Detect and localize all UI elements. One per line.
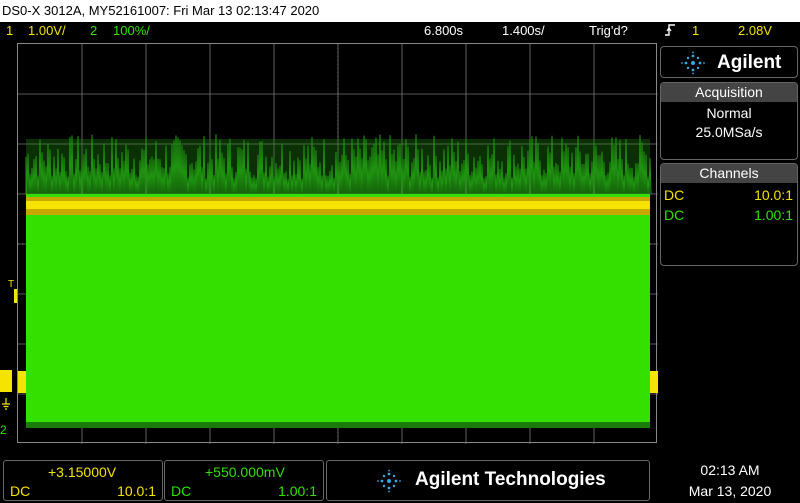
ch1-edge-segment	[18, 371, 26, 393]
time-scale[interactable]: 1.400s/	[502, 22, 545, 40]
ch2-probe: 1.00:1	[754, 207, 793, 223]
brand-box: Agilent Technologies	[326, 460, 650, 501]
ch2-bottom-coupling: DC	[171, 483, 192, 499]
ch1-scale[interactable]: 1.00V/	[28, 22, 66, 40]
ch2-offset: +550.000mV	[205, 464, 285, 480]
ch2-noise-haze	[26, 139, 650, 194]
agilent-logo-text: Agilent	[717, 52, 782, 73]
agilent-spark-icon	[377, 469, 401, 493]
ch2-coupling: DC	[664, 207, 685, 223]
sample-rate: 25.0MSa/s	[695, 124, 763, 140]
ground-icon	[0, 397, 12, 410]
trigger-source[interactable]: 1	[692, 22, 699, 40]
graticule	[18, 44, 658, 444]
status-bar: 1 1.00V/ 2 100%/ 6.800s 1.400s/ Trig'd? …	[0, 22, 800, 40]
traces	[18, 134, 658, 428]
ch2-ground-marker[interactable]: 2	[0, 423, 7, 437]
channels-header: Channels	[661, 164, 797, 183]
acquisition-mode: Normal	[706, 105, 752, 121]
ch2-offset-box[interactable]: +550.000mV DC 1.00:1	[164, 460, 324, 501]
acquisition-header: Acquisition	[661, 83, 797, 102]
waveform-display[interactable]	[17, 43, 658, 444]
agilent-logo-box: Agilent	[660, 46, 798, 78]
ch2-trace-body	[26, 194, 650, 426]
channels-panel[interactable]: Channels DC 10.0:1 DC 1.00:1	[660, 163, 798, 266]
ch2-bottom-probe: 1.00:1	[278, 483, 317, 499]
ch1-number[interactable]: 1	[6, 22, 13, 40]
trigger-state: Trig'd?	[589, 23, 628, 38]
trigger-level[interactable]: 2.08V	[738, 22, 772, 40]
ch2-number[interactable]: 2	[90, 22, 97, 40]
rising-edge-icon	[664, 22, 676, 43]
ch1-edge-segment	[650, 371, 658, 393]
ch1-bottom-probe: 10.0:1	[117, 483, 156, 499]
channel-1-row[interactable]: DC 10.0:1	[661, 185, 797, 205]
clock-time: 02:13 AM	[700, 462, 760, 478]
ch2-scale[interactable]: 100%/	[113, 22, 150, 40]
ch1-probe: 10.0:1	[754, 187, 793, 203]
brand-text: Agilent Technologies	[415, 469, 606, 490]
ch1-offset-box[interactable]: +3.15000V DC 10.0:1	[3, 460, 163, 501]
ch1-ground-marker[interactable]	[0, 370, 12, 392]
acquisition-panel[interactable]: Acquisition Normal 25.0MSa/s	[660, 82, 798, 160]
ch1-bottom-coupling: DC	[10, 483, 31, 499]
ch1-coupling: DC	[664, 187, 685, 203]
time-position[interactable]: 6.800s	[424, 22, 463, 40]
channel-2-row[interactable]: DC 1.00:1	[661, 205, 797, 225]
ch2-trace-bottom	[26, 422, 650, 428]
clock-date: Mar 13, 2020	[688, 483, 772, 499]
clock: 02:13 AM Mar 13, 2020	[660, 460, 800, 502]
bottom-bar: +3.15000V DC 10.0:1 +550.000mV DC 1.00:1…	[0, 458, 800, 503]
left-markers: T 2	[0, 43, 17, 443]
agilent-spark-icon	[681, 51, 705, 75]
ch1-offset: +3.15000V	[48, 464, 117, 480]
window-title: DS0-X 3012A, MY52161007: Fri Mar 13 02:1…	[0, 0, 800, 22]
ch1-trace	[26, 201, 650, 209]
